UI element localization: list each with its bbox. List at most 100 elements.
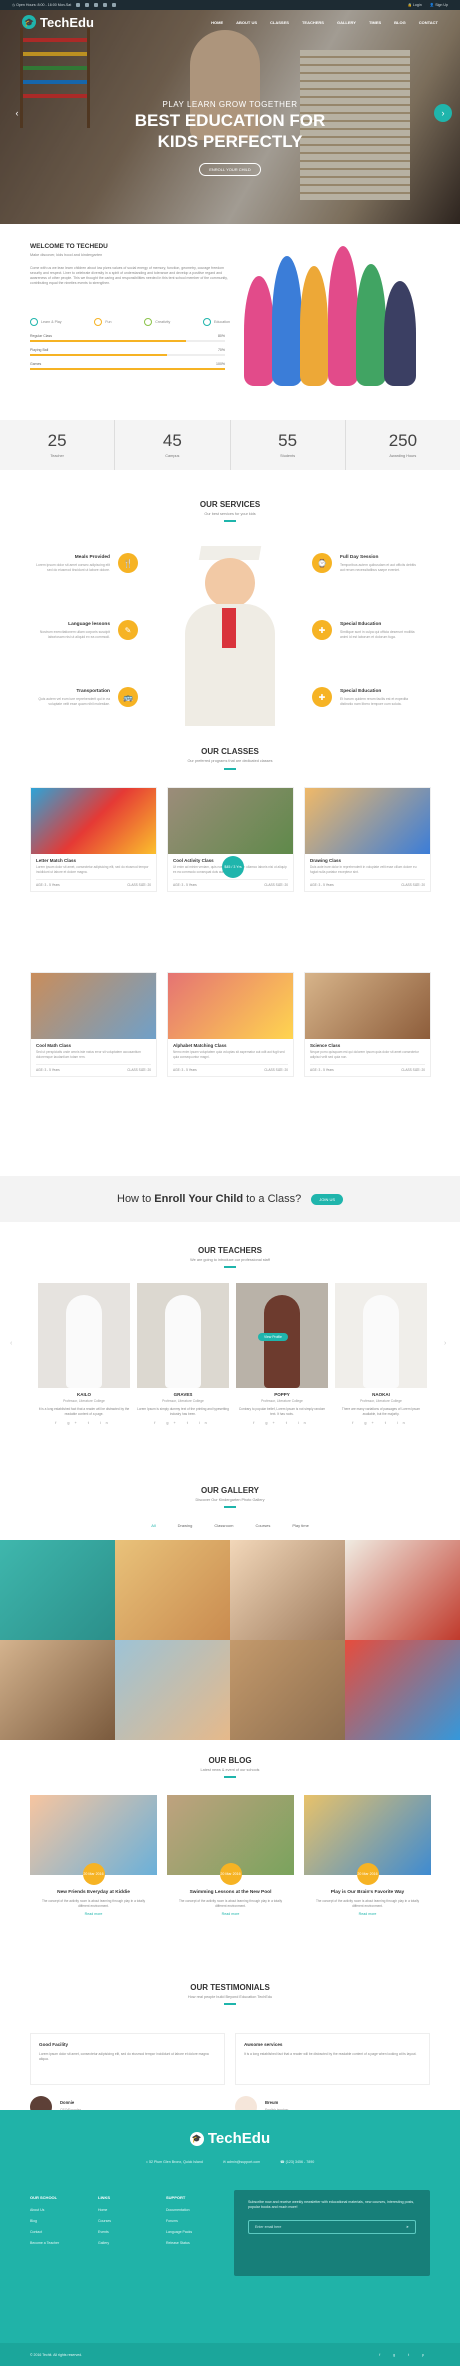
nav-item-classes[interactable]: CLASSES	[270, 20, 289, 25]
teacher-card[interactable]: NAOKAI Professor, Literature College There…	[335, 1283, 427, 1425]
nav-item-gallery[interactable]: GALLERY	[337, 20, 356, 25]
teacher-card[interactable]: View Profile POPPY Professor, Literature C…	[236, 1283, 328, 1425]
blog-title[interactable]: Play is Our Brain's Favorite Way	[304, 1890, 431, 1895]
class-card[interactable]: Drawing Class Duis aute irure dolor in re…	[304, 787, 431, 893]
slider-next-icon[interactable]: ›	[434, 104, 452, 122]
gallery-photo[interactable]	[115, 1540, 230, 1640]
class-meta: AGE: 3 - 5 Years CLASS SIZE: 20	[310, 879, 425, 887]
signup-link[interactable]: 👤 Sign Up	[430, 3, 448, 7]
class-card[interactable]: Alphabet Matching Class Nemo enim ipsam v…	[167, 972, 294, 1078]
gallery-photo[interactable]	[0, 1540, 115, 1640]
testimonials-title: OUR TESTIMONIALS	[190, 1983, 270, 1992]
join-us-button[interactable]: JOIN US	[311, 1193, 343, 1205]
stat-label: Campus	[165, 454, 180, 458]
feature-item: Education	[203, 318, 230, 326]
google-plus-icon[interactable]	[85, 3, 90, 7]
enroll-post: to a Class?	[243, 1193, 302, 1205]
teacher-social-icons[interactable]: f g+ t in	[38, 1421, 130, 1425]
teacher-social-icons[interactable]: f g+ t in	[335, 1421, 427, 1425]
blog-card[interactable]: 20 Mar 2016 New Friends Everyday at Kiddi…	[30, 1795, 157, 1916]
footer-link[interactable]: Documentation	[166, 2205, 192, 2216]
teacher-card[interactable]: GRAVES Professor, Literature College Lorem…	[137, 1283, 229, 1425]
login-link[interactable]: 🔒 Login	[407, 3, 421, 7]
twitter-icon[interactable]	[94, 3, 99, 7]
service-title: Transportation	[76, 689, 110, 694]
pinterest-icon[interactable]	[103, 3, 108, 7]
class-image	[31, 973, 156, 1039]
nav-item-times[interactable]: TIMES	[369, 20, 381, 25]
skill-label: Games	[30, 362, 42, 366]
nav-item-home[interactable]: HOME	[211, 20, 223, 25]
gallery-photo[interactable]	[0, 1640, 115, 1740]
gallery-photo[interactable]	[230, 1640, 345, 1740]
footer-email[interactable]: ✉ admin@support.com	[223, 2160, 260, 2164]
gallery-photo[interactable]	[345, 1640, 460, 1740]
service-icon: ✚	[312, 687, 332, 707]
footer-link[interactable]: Language Packs	[166, 2227, 192, 2238]
read-more-link[interactable]: Read more	[167, 1912, 294, 1916]
youtube-icon[interactable]	[112, 3, 117, 7]
enroll-child-button[interactable]: ENROLL YOUR CHILD	[199, 163, 261, 176]
login-label: Login	[412, 3, 422, 7]
facebook-icon[interactable]	[76, 3, 81, 7]
filter-all[interactable]: All	[151, 1523, 155, 1528]
blog-title[interactable]: Swimming Lessons at the New Pool	[167, 1890, 294, 1895]
gallery-photo[interactable]	[345, 1540, 460, 1640]
filter-classroom[interactable]: Classroom	[214, 1523, 233, 1528]
footer-link[interactable]: Home	[98, 2205, 111, 2216]
footer-link[interactable]: Become a Teacher	[30, 2238, 59, 2249]
footer-link[interactable]: Blog	[30, 2216, 59, 2227]
footer-link[interactable]: Gallery	[98, 2238, 111, 2249]
newsletter-placeholder: Enter email here	[255, 2225, 282, 2229]
footer-link[interactable]: Courses	[98, 2216, 111, 2227]
nav-item-teachers[interactable]: TEACHERS	[302, 20, 324, 25]
class-title[interactable]: Science Class	[310, 1043, 425, 1048]
nav-item-contact[interactable]: CONTACT	[419, 20, 438, 25]
filter-play-time[interactable]: Play time	[292, 1523, 308, 1528]
blog-title[interactable]: New Friends Everyday at Kiddie	[30, 1890, 157, 1895]
gallery-photo[interactable]	[230, 1540, 345, 1640]
filter-courses[interactable]: Courses	[255, 1523, 270, 1528]
feature-item: Creativity	[144, 318, 170, 326]
blog-card[interactable]: 20 Mar 2016 Play is Our Brain's Favorite …	[304, 1795, 431, 1916]
slider-prev-icon[interactable]: ‹	[8, 104, 26, 122]
read-more-link[interactable]: Read more	[304, 1912, 431, 1916]
blog-image: 20 Mar 2016	[167, 1795, 294, 1885]
teachers-next-icon[interactable]: ›	[444, 1340, 446, 1347]
filter-drawing[interactable]: Drawing	[178, 1523, 193, 1528]
footer-link[interactable]: Forums	[166, 2216, 192, 2227]
class-title[interactable]: Letter Match Class	[36, 858, 151, 863]
newsletter-input[interactable]: Enter email here ➤	[248, 2220, 416, 2234]
class-card[interactable]: Cool Math Class Sed ut perspiciatis unde …	[30, 972, 157, 1078]
footer-link[interactable]: About Us	[30, 2205, 59, 2216]
gallery-grid	[0, 1540, 460, 1740]
class-title[interactable]: Drawing Class	[310, 858, 425, 863]
teacher-card[interactable]: KAILO Professor, Literature College It is …	[38, 1283, 130, 1425]
footer-link[interactable]: Events	[98, 2227, 111, 2238]
footer-logo[interactable]: 🎓 TechEdu	[0, 2130, 460, 2147]
view-profile-button[interactable]: View Profile	[258, 1333, 288, 1341]
send-icon[interactable]: ➤	[406, 2225, 409, 2229]
class-card[interactable]: Science Class Neque porro quisquam est qu…	[304, 972, 431, 1078]
teacher-social-icons[interactable]: f g+ t in	[236, 1421, 328, 1425]
class-title[interactable]: Alphabet Matching Class	[173, 1043, 288, 1048]
site-logo[interactable]: 🎓 TechEdu	[22, 15, 94, 30]
class-meta: AGE: 3 - 5 Years CLASS SIZE: 20	[173, 1064, 288, 1072]
nav-item-about-us[interactable]: ABOUT US	[236, 20, 257, 25]
footer-social-icons[interactable]: f g t p	[379, 2353, 430, 2357]
skill-header: Playing Ball 70%	[30, 348, 225, 352]
blog-date: 20 Mar 2016	[219, 1863, 242, 1885]
class-card[interactable]: Letter Match Class Lorem ipsum dolor sit …	[30, 787, 157, 893]
skill-row: Games 100%	[30, 362, 225, 370]
blog-card[interactable]: 20 Mar 2016 Swimming Lessons at the New P…	[167, 1795, 294, 1916]
skill-row: Playing Ball 70%	[30, 348, 225, 356]
nav-item-blog[interactable]: BLOG	[394, 20, 406, 25]
service-desc: Nostrum exercitationem ullam corporis su…	[39, 630, 110, 639]
read-more-link[interactable]: Read more	[30, 1912, 157, 1916]
teacher-social-icons[interactable]: f g+ t in	[137, 1421, 229, 1425]
teachers-prev-icon[interactable]: ‹	[10, 1340, 12, 1347]
gallery-photo[interactable]	[115, 1640, 230, 1740]
footer-link[interactable]: Release Status	[166, 2238, 192, 2249]
class-title[interactable]: Cool Math Class	[36, 1043, 151, 1048]
footer-link[interactable]: Contact	[30, 2227, 59, 2238]
